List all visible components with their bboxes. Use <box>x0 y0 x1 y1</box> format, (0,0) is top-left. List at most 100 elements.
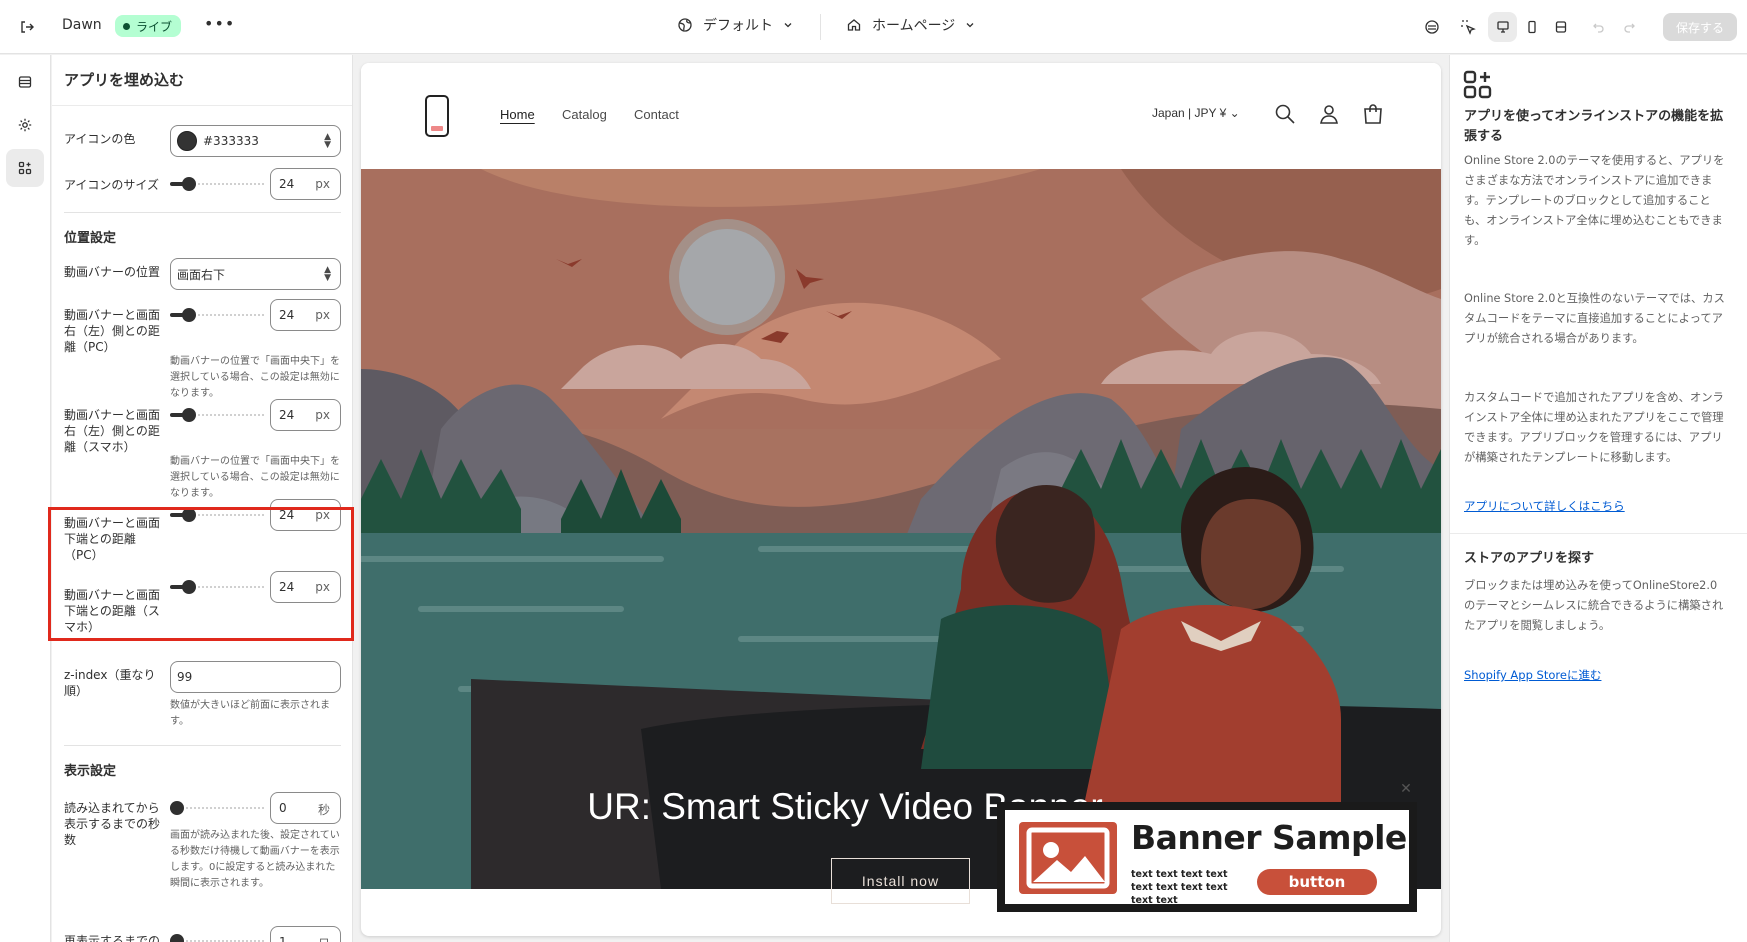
unit-label: px <box>315 408 330 422</box>
top-bar: Dawn ライブ ••• デフォルト ホームページ 保存する <box>0 0 1747 54</box>
cart-icon[interactable] <box>1362 103 1386 127</box>
sections-button[interactable] <box>6 63 44 101</box>
select-chevron-icon: ▲ ▼ <box>324 265 331 283</box>
side-distance-pc-help: 動画バナーの位置で「画面中央下」を選択している場合、この設定は無効になります。 <box>170 356 340 399</box>
side-distance-sp-input[interactable]: 24 px <box>270 399 341 431</box>
info-paragraph-2: Online Store 2.0と互換性のないテーマでは、カスタムコードをテーマ… <box>1464 292 1725 345</box>
install-now-button[interactable]: Install now <box>831 858 970 904</box>
banner-content: Banner Sample text text text text text t… <box>1005 810 1409 906</box>
banner-text: text text text text text text text text … <box>1131 869 1228 906</box>
side-distance-pc-value: 24 <box>279 308 295 322</box>
search-icon[interactable] <box>1274 103 1298 127</box>
theme-settings-button[interactable] <box>6 106 44 144</box>
banner-position-select[interactable]: 画面右下 ▲ ▼ <box>170 258 341 290</box>
display-delay-slider[interactable] <box>170 800 264 816</box>
display-delay-input[interactable]: 0秒 <box>270 792 341 824</box>
home-icon <box>847 19 861 31</box>
image-placeholder-icon <box>1019 822 1117 894</box>
info-paragraph-1: Online Store 2.0のテーマを使用すると、アプリをさまざまな方法でオ… <box>1464 154 1725 247</box>
side-distance-sp-label: 動画バナーと画面右（左）側との距離（スマホ） <box>64 408 161 454</box>
slider-thumb[interactable] <box>170 801 184 815</box>
undo-icon[interactable] <box>1587 15 1611 39</box>
chevron-down-icon <box>966 23 974 28</box>
unit-label: px <box>315 177 330 191</box>
inspect-cursor-icon[interactable] <box>1456 15 1480 39</box>
banner-heading: Banner Sample <box>1131 818 1407 857</box>
template-select[interactable]: デフォルト <box>677 15 793 35</box>
info-heading: アプリを使ってオンラインストアの機能を拡張する <box>1464 109 1724 144</box>
icon-color-label: アイコンの色 <box>64 132 136 146</box>
side-distance-pc-input[interactable]: 24 px <box>270 299 341 331</box>
fullscreen-view-button[interactable] <box>1546 12 1575 42</box>
slider-thumb[interactable] <box>182 408 196 422</box>
info-paragraph-4: ブロックまたは埋め込みを使ってOnlineStore2.0のテーマとシームレスに… <box>1464 579 1724 632</box>
z-index-label: z-index（重なり順） <box>64 668 156 698</box>
sticky-video-banner[interactable]: Banner Sample text text text text text t… <box>997 802 1417 912</box>
unit-label: 日 <box>318 935 330 942</box>
nav-contact[interactable]: Contact <box>634 107 679 122</box>
nav-home[interactable]: Home <box>500 107 535 122</box>
icon-color-value: #333333 <box>203 134 259 148</box>
color-swatch <box>177 131 197 151</box>
status-badge-label: ライブ <box>136 19 173 34</box>
icon-size-label: アイコンのサイズ <box>64 178 160 192</box>
account-icon[interactable] <box>1318 103 1342 127</box>
redisplay-input[interactable]: 1日 <box>270 926 341 942</box>
gear-icon <box>18 118 32 132</box>
panel-divider <box>52 105 352 106</box>
slider-thumb[interactable] <box>182 308 196 322</box>
find-apps-heading: ストアのアプリを探す <box>1464 551 1595 566</box>
close-icon[interactable]: ✕ <box>1397 780 1415 798</box>
icon-size-input[interactable]: 24 px <box>270 168 341 200</box>
banner-position-value: 画面右下 <box>177 267 226 282</box>
icon-size-slider[interactable] <box>170 176 264 192</box>
page-select-label: ホームページ <box>872 18 956 34</box>
app-embeds-button[interactable] <box>6 149 44 187</box>
desktop-view-button[interactable] <box>1488 12 1517 42</box>
icon-color-picker[interactable]: #333333 ▲ ▼ <box>170 125 341 157</box>
status-badge: ライブ <box>115 15 182 37</box>
side-distance-sp-slider[interactable] <box>170 407 264 423</box>
display-delay-label: 読み込まれてから表示するまでの秒数 <box>64 801 161 847</box>
unit-label: 秒 <box>317 803 330 817</box>
mobile-icon <box>1527 20 1536 34</box>
left-rail <box>0 55 51 942</box>
z-index-input[interactable]: 99 <box>170 661 341 693</box>
banner-button[interactable]: button <box>1257 869 1377 895</box>
slider-thumb[interactable] <box>170 934 184 942</box>
side-distance-sp-help: 動画バナーの位置で「画面中央下」を選択している場合、この設定は無効になります。 <box>170 456 340 499</box>
locale-selector[interactable]: Japan | JPY ¥ ⌄ <box>1152 106 1240 120</box>
info-paragraph-3: カスタムコードで追加されたアプリを含め、オンラインストア全体に埋め込まれたアプリ… <box>1464 391 1724 464</box>
icon-size-value: 24 <box>279 177 295 191</box>
redisplay-slider[interactable] <box>170 933 264 942</box>
display-delay-help: 画面が読み込まれた後、設定されている秒数だけ待機して動画バナーを表示します。0に… <box>170 830 340 889</box>
slider-track <box>170 807 264 809</box>
app-store-link[interactable]: Shopify App Storeに進む <box>1464 667 1601 683</box>
redisplay-value: 1 <box>279 935 287 942</box>
section-divider <box>64 212 341 213</box>
template-select-label: デフォルト <box>703 18 773 34</box>
learn-more-link[interactable]: アプリについて詳しくはこちら <box>1464 498 1625 514</box>
side-distance-pc-slider[interactable] <box>170 307 264 323</box>
mobile-view-button[interactable] <box>1517 12 1546 42</box>
exit-icon[interactable] <box>16 16 38 38</box>
banner-position-label: 動画バナーの位置 <box>64 265 161 279</box>
z-index-help: 数値が大きいほど前面に表示されます。 <box>170 700 330 727</box>
slider-thumb[interactable] <box>182 177 196 191</box>
more-actions-button[interactable]: ••• <box>204 14 235 33</box>
unit-label: px <box>315 308 330 322</box>
save-button[interactable]: 保存する <box>1663 13 1737 41</box>
display-delay-value: 0 <box>279 801 287 815</box>
page-select[interactable]: ホームページ <box>846 15 975 35</box>
chevron-down-icon: ⌄ <box>1229 106 1240 120</box>
highlight-box <box>48 507 354 641</box>
apps-icon <box>1462 69 1494 101</box>
store-preview-icon[interactable] <box>1420 15 1444 39</box>
nav-catalog[interactable]: Catalog <box>562 107 607 122</box>
locale-label: Japan | JPY ¥ <box>1152 106 1227 120</box>
redo-icon[interactable] <box>1617 15 1641 39</box>
fullscreen-icon <box>1555 21 1566 33</box>
section-divider <box>64 745 341 746</box>
side-distance-sp-value: 24 <box>279 408 295 422</box>
store-logo-icon[interactable] <box>423 95 451 141</box>
